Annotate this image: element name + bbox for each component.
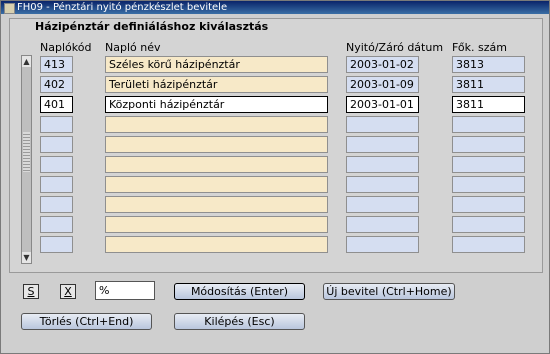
- s-button[interactable]: S: [23, 284, 39, 299]
- cell-date[interactable]: 2003-01-02: [346, 56, 419, 73]
- cell-date[interactable]: [346, 236, 419, 253]
- cell-code[interactable]: 402: [40, 76, 73, 93]
- cell-account[interactable]: 3811: [452, 96, 525, 113]
- section-heading: Házipénztár definiáláshoz kiválasztás: [35, 20, 269, 33]
- main-window: FH09 - Pénztári nyitó pénzkészlet bevite…: [0, 0, 550, 354]
- cell-date[interactable]: [346, 136, 419, 153]
- app-icon: [4, 3, 15, 14]
- scroll-thumb[interactable]: [23, 132, 30, 172]
- arrow-up-icon[interactable]: ▲: [22, 56, 31, 67]
- cell-code[interactable]: [40, 116, 73, 133]
- filter-input[interactable]: %: [95, 281, 155, 300]
- cell-code[interactable]: [40, 236, 73, 253]
- cell-date[interactable]: 2003-01-09: [346, 76, 419, 93]
- cell-name[interactable]: Széles körű házipénztár: [105, 56, 328, 73]
- cell-account[interactable]: [452, 116, 525, 133]
- cell-code[interactable]: [40, 176, 73, 193]
- cell-name[interactable]: [105, 196, 328, 213]
- cell-account[interactable]: 3813: [452, 56, 525, 73]
- arrow-down-icon[interactable]: ▼: [22, 252, 31, 263]
- cell-code[interactable]: 401: [40, 96, 73, 113]
- window-title: FH09 - Pénztári nyitó pénzkészlet bevite…: [17, 2, 228, 13]
- cell-date[interactable]: [346, 116, 419, 133]
- cell-date[interactable]: [346, 216, 419, 233]
- cell-name[interactable]: Területi házipénztár: [105, 76, 328, 93]
- delete-button[interactable]: Törlés (Ctrl+End): [21, 313, 152, 330]
- cell-account[interactable]: [452, 156, 525, 173]
- cell-name[interactable]: [105, 156, 328, 173]
- cell-name[interactable]: [105, 136, 328, 153]
- x-button[interactable]: X: [60, 284, 76, 299]
- cell-account[interactable]: 3811: [452, 76, 525, 93]
- new-entry-button[interactable]: Új bevitel (Ctrl+Home): [323, 283, 455, 300]
- cell-account[interactable]: [452, 176, 525, 193]
- cell-name[interactable]: [105, 236, 328, 253]
- column-header-name: Napló név: [105, 41, 161, 54]
- cell-account[interactable]: [452, 196, 525, 213]
- cell-code[interactable]: [40, 196, 73, 213]
- column-header-date: Nyitó/Záró dátum: [346, 41, 444, 54]
- title-bar: FH09 - Pénztári nyitó pénzkészlet bevite…: [1, 1, 549, 14]
- cell-account[interactable]: [452, 136, 525, 153]
- cell-code[interactable]: [40, 156, 73, 173]
- column-header-code: Naplókód: [40, 41, 92, 54]
- cell-name[interactable]: [105, 176, 328, 193]
- cell-code[interactable]: 413: [40, 56, 73, 73]
- vertical-scrollbar[interactable]: ▲ ▼: [21, 55, 32, 264]
- cell-account[interactable]: [452, 216, 525, 233]
- cell-name[interactable]: Központi házipénztár: [105, 96, 328, 113]
- exit-button[interactable]: Kilépés (Esc): [174, 313, 305, 330]
- modify-button[interactable]: Módosítás (Enter): [174, 283, 305, 300]
- cell-account[interactable]: [452, 236, 525, 253]
- cell-name[interactable]: [105, 116, 328, 133]
- cell-code[interactable]: [40, 136, 73, 153]
- column-header-account: Fők. szám: [452, 41, 507, 54]
- cell-name[interactable]: [105, 216, 328, 233]
- cell-date[interactable]: [346, 156, 419, 173]
- cell-code[interactable]: [40, 216, 73, 233]
- cell-date[interactable]: [346, 176, 419, 193]
- cell-date[interactable]: 2003-01-01: [346, 96, 419, 113]
- cell-date[interactable]: [346, 196, 419, 213]
